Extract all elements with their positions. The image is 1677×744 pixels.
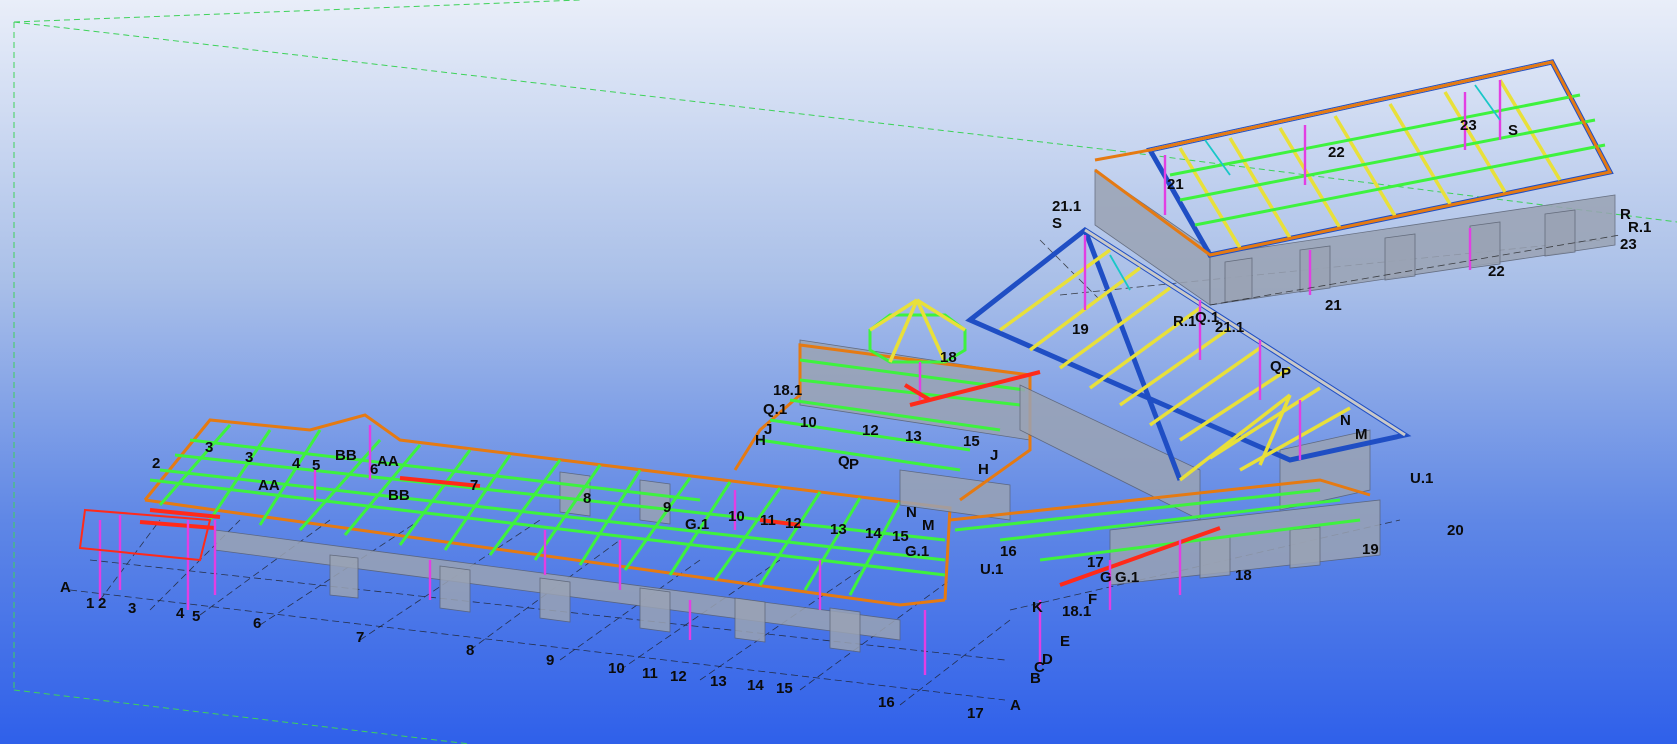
grid-label-16: 16 — [878, 694, 895, 711]
wing-label-7: 7 — [470, 477, 478, 494]
top-label-23b: 23 — [1620, 236, 1637, 253]
grid-label-G: G — [1100, 569, 1112, 586]
center-label-19: 19 — [1362, 541, 1379, 558]
grid-label-12: 12 — [670, 668, 687, 685]
grid-label-10: 10 — [608, 660, 625, 677]
grid-label-17: 17 — [967, 705, 984, 722]
top-label-21: 21 — [1167, 176, 1184, 193]
top-label-S2: S — [1508, 122, 1518, 139]
wing-label-5: 5 — [312, 457, 320, 474]
wing-label-14: 14 — [865, 525, 882, 542]
grid-label-1: 1 — [86, 595, 94, 612]
center-label-G1: G.1 — [905, 543, 929, 560]
wing-label-4: 4 — [292, 455, 301, 472]
wing-label-12: 12 — [785, 515, 802, 532]
center-label-P: P — [849, 456, 859, 473]
center-label-U1: U.1 — [980, 561, 1003, 578]
top-label-R1: R.1 — [1628, 219, 1651, 236]
top-label-22: 22 — [1328, 144, 1345, 161]
wing-label-8: 8 — [583, 490, 591, 507]
wing-label-9: 9 — [663, 499, 671, 516]
wing-label-3: 3 — [205, 439, 213, 456]
grid-label-15: 15 — [776, 680, 793, 697]
top-label-21-1: 21.1 — [1052, 198, 1081, 215]
center-label-J2: J — [990, 447, 998, 464]
roof-label-U1: U.1 — [1410, 470, 1433, 487]
grid-label-13: 13 — [710, 673, 727, 690]
roof-label-19: 19 — [1072, 321, 1089, 338]
roof-label-N: N — [1340, 412, 1351, 429]
roof-label-21-1: 21.1 — [1215, 319, 1244, 336]
wing-label-AA2: AA — [258, 477, 280, 494]
grid-label-14: 14 — [747, 677, 764, 694]
wing-label-10: 10 — [728, 508, 745, 525]
center-label-10: 10 — [800, 414, 817, 431]
wing-label-3b: 3 — [245, 449, 253, 466]
grid-label-4: 4 — [176, 605, 185, 622]
wing-label-AA: AA — [377, 453, 399, 470]
top-label-22b: 22 — [1488, 263, 1505, 280]
grid-label-8: 8 — [466, 642, 474, 659]
wing-label-BB: BB — [335, 447, 357, 464]
wing-label-11: 11 — [760, 512, 776, 529]
top-label-23: 23 — [1460, 117, 1477, 134]
grid-label-9: 9 — [546, 652, 554, 669]
center-label-18-1b: 18.1 — [1062, 603, 1091, 620]
top-label-S: S — [1052, 215, 1062, 232]
west-wing-frame — [78, 413, 1042, 675]
grid-label-A-right: A — [1010, 697, 1021, 714]
roof-label-P: P — [1281, 365, 1291, 382]
grid-label-6: 6 — [253, 615, 261, 632]
center-label-K: K — [1032, 599, 1043, 616]
roof-label-R1: R.1 — [1173, 313, 1196, 330]
grid-label-7: 7 — [356, 629, 364, 646]
center-label-H2: H — [978, 461, 989, 478]
tower-label-18: 18 — [940, 349, 957, 366]
wing-label-16: 16 — [1000, 543, 1017, 560]
center-label-Q1: Q.1 — [763, 401, 787, 418]
wing-label-13: 13 — [830, 521, 847, 538]
center-label-18-1: 18.1 — [773, 382, 802, 399]
center-label-N: N — [906, 504, 917, 521]
grid-label-11: 11 — [642, 665, 658, 682]
wing-label-G1: G.1 — [685, 516, 709, 533]
grid-label-E: E — [1060, 633, 1070, 650]
center-label-17: 17 — [1087, 554, 1104, 571]
wing-label-2: 2 — [152, 455, 160, 472]
roof-label-M: M — [1355, 426, 1368, 443]
top-label-21b: 21 — [1325, 297, 1342, 314]
center-label-15: 15 — [963, 433, 980, 450]
grid-label-3: 3 — [128, 600, 136, 617]
grid-label-G1: G.1 — [1115, 569, 1139, 586]
wing-label-BB2: BB — [388, 487, 410, 504]
grid-label-A-left: A — [60, 579, 71, 596]
center-label-18: 18 — [1235, 567, 1252, 584]
center-label-H: H — [755, 432, 766, 449]
grid-label-D: D — [1042, 651, 1053, 668]
model-viewport[interactable]: A 1 2 3 4 5 6 7 8 9 10 11 12 13 14 15 16… — [0, 0, 1677, 744]
center-label-M: M — [922, 517, 935, 534]
grid-label-5: 5 — [192, 608, 200, 625]
center-label-13: 13 — [905, 428, 922, 445]
grid-label-2: 2 — [98, 595, 106, 612]
center-label-12: 12 — [862, 422, 879, 439]
structural-model: A 1 2 3 4 5 6 7 8 9 10 11 12 13 14 15 16… — [13, 0, 1677, 744]
center-label-20: 20 — [1447, 522, 1464, 539]
